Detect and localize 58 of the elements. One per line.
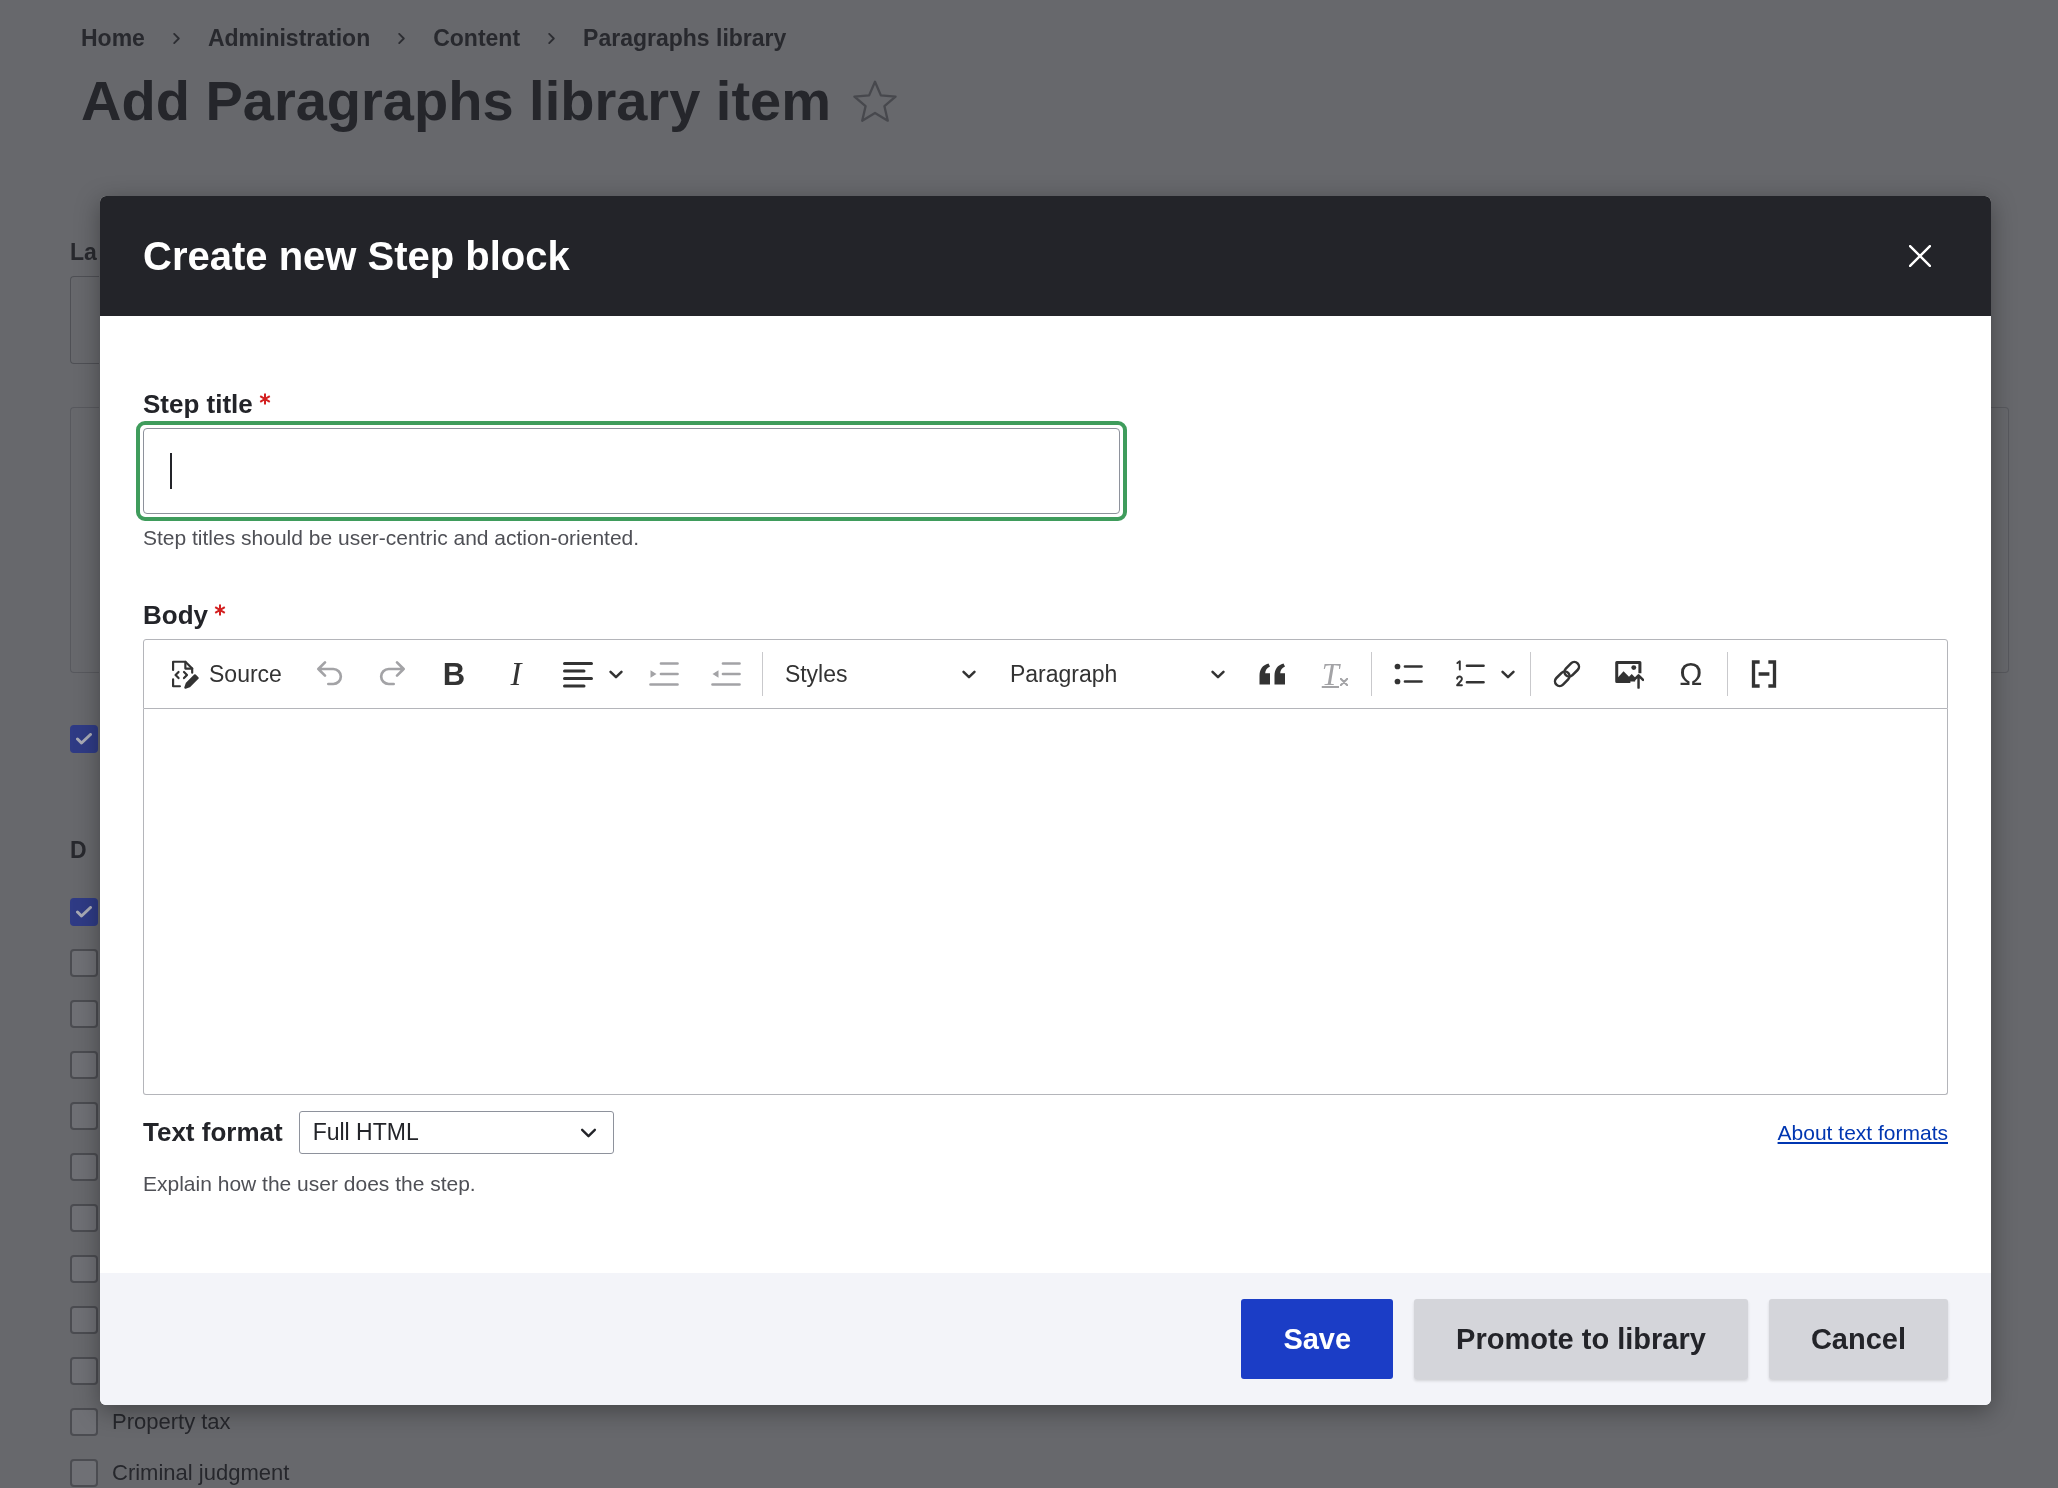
italic-button[interactable]: I	[489, 649, 542, 699]
special-characters-button[interactable]: Ω	[1664, 649, 1717, 699]
checkbox[interactable]	[70, 898, 98, 926]
checkbox[interactable]	[70, 1000, 98, 1028]
chevron-down-icon	[1500, 669, 1515, 679]
checkbox[interactable]	[70, 949, 98, 977]
checkbox[interactable]	[70, 1102, 98, 1130]
save-button[interactable]: Save	[1241, 1299, 1394, 1379]
chevron-down-icon	[1210, 669, 1225, 679]
paragraph-format-dropdown[interactable]: Paragraph	[997, 649, 1237, 699]
chevron-right-icon	[172, 32, 180, 44]
action-button[interactable]: Cancel	[1768, 1299, 1948, 1379]
field-description: Explain how the user does the step.	[143, 1171, 476, 1197]
link-icon	[1551, 659, 1582, 689]
chevron-right-icon	[548, 32, 556, 44]
styles-dropdown[interactable]: Styles	[772, 649, 988, 699]
checkbox[interactable]	[70, 1051, 98, 1079]
checkmark-icon	[76, 906, 92, 918]
source-code-icon	[169, 659, 199, 689]
checkbox[interactable]	[70, 1357, 98, 1385]
chevron-down-icon	[608, 669, 623, 679]
numbered-list-icon	[1454, 659, 1485, 689]
input-field[interactable]	[136, 421, 1127, 521]
dialog-title: Create new Step block	[143, 233, 570, 279]
source-button[interactable]: Source	[157, 649, 294, 699]
checkbox[interactable]	[70, 1408, 98, 1436]
cross-icon	[1340, 678, 1348, 686]
checkbox[interactable]	[70, 1255, 98, 1283]
image-upload-icon	[1613, 659, 1644, 689]
text-cursor-icon	[170, 453, 172, 489]
chevron-down-icon	[579, 1127, 597, 1138]
star-icon[interactable]	[853, 80, 897, 122]
form-label: D	[70, 836, 87, 864]
field-label: Step title	[143, 388, 253, 420]
checkbox-label: Criminal judgment	[112, 1460, 290, 1486]
align-left-icon	[562, 659, 593, 689]
field-label: Body	[143, 599, 208, 631]
field-label: Text format	[143, 1117, 283, 1148]
bold-button[interactable]: B	[427, 649, 480, 699]
page-title: Add Paragraphs library item	[81, 69, 831, 133]
checkbox[interactable]	[70, 1204, 98, 1232]
field-description: Step titles should be user-centric and action-oriented.	[143, 525, 640, 551]
chevron-down-icon	[961, 669, 976, 679]
checkbox[interactable]	[70, 1459, 98, 1487]
indent-icon	[648, 659, 679, 689]
checkbox[interactable]	[70, 1306, 98, 1334]
checkbox[interactable]	[70, 1153, 98, 1181]
outdent-icon	[710, 659, 741, 689]
close-button[interactable]	[1909, 245, 1931, 267]
close-icon	[1909, 245, 1931, 267]
checkbox[interactable]	[70, 725, 98, 753]
form-label: La	[70, 238, 97, 266]
about-text-formats-link[interactable]: About text formats	[1777, 1120, 1948, 1145]
chevron-right-icon	[398, 32, 406, 44]
checkmark-icon	[76, 733, 92, 745]
checkbox-label: Property tax	[112, 1409, 231, 1435]
text-format-select[interactable]: Full HTML	[298, 1111, 614, 1154]
action-button[interactable]: Promote to library	[1414, 1299, 1748, 1379]
